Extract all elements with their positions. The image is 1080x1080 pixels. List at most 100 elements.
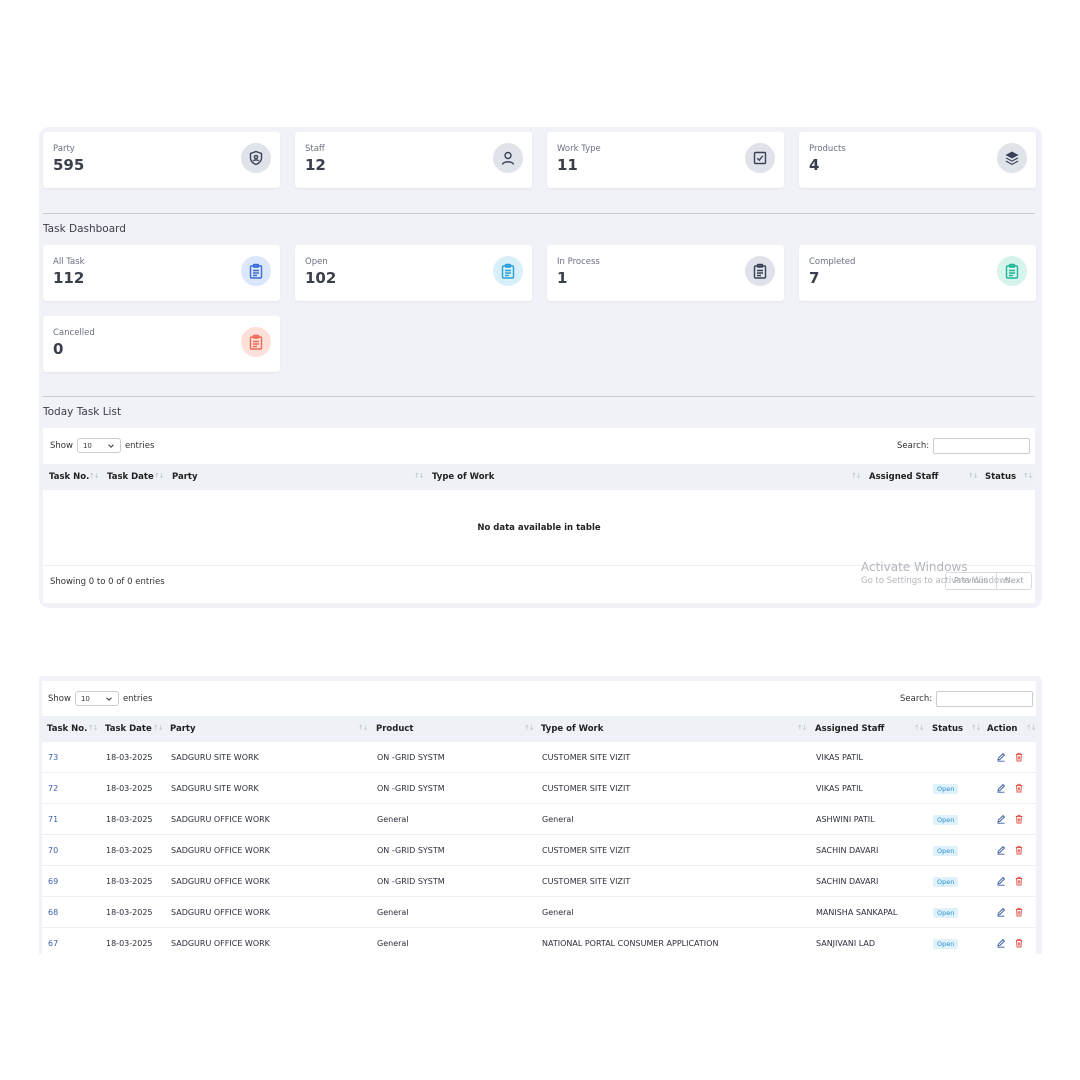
task-card-label: Completed — [809, 257, 856, 267]
task-card-label: Open — [305, 257, 328, 267]
sort-icon: ↑↓ — [1023, 472, 1034, 480]
stat-card-staff[interactable]: Staff 12 — [295, 132, 532, 188]
search-label: Search: — [900, 694, 933, 704]
show-label: Show — [50, 440, 73, 451]
task-table: Show 10 entries Search: Task No. ↑↓ Task… — [42, 681, 1037, 954]
task-number-link[interactable]: 68 — [48, 897, 58, 928]
edit-icon[interactable] — [996, 752, 1006, 762]
sort-icon: ↑↓ — [851, 472, 862, 480]
stat-card-work-type[interactable]: Work Type 11 — [547, 132, 784, 188]
table-header: Task No. ↑↓ Task Date ↑↓ Party ↑↓ Type o… — [43, 464, 1035, 490]
column-header[interactable]: Status — [985, 464, 1016, 490]
edit-icon[interactable] — [996, 845, 1006, 855]
task-card-label: Cancelled — [53, 328, 95, 338]
table-row: 70 18-03-2025 SADGURU OFFICE WORK ON -GRID … — [42, 835, 1036, 866]
status-badge: Open — [933, 815, 959, 825]
chevron-down-icon — [108, 443, 114, 448]
task-card-value: 7 — [809, 269, 820, 287]
activate-windows-watermark: Activate Windows — [861, 560, 968, 574]
delete-icon[interactable] — [1014, 752, 1024, 762]
product-cell: ON -GRID SYSTM — [377, 846, 445, 855]
delete-icon[interactable] — [1014, 876, 1024, 886]
column-header[interactable]: Task No. — [47, 716, 87, 742]
search-input[interactable] — [936, 691, 1034, 707]
entries-control: Show 10 entries — [50, 438, 154, 453]
search-input[interactable] — [933, 438, 1031, 454]
task-number-link[interactable]: 71 — [48, 804, 58, 835]
task-number-link[interactable]: 72 — [48, 773, 58, 804]
product-cell: ON -GRID SYSTM — [377, 753, 445, 762]
stat-label: Party — [53, 144, 75, 154]
task-card-value: 1 — [557, 269, 568, 287]
sort-icon: ↑↓ — [89, 472, 100, 480]
column-header[interactable]: Party — [170, 716, 196, 742]
task-card-in-process[interactable]: In Process 1 — [547, 245, 784, 301]
column-header[interactable]: Action — [987, 716, 1018, 742]
activate-windows-subtext: Go to Settings to activate Windows. — [861, 576, 1014, 586]
stat-card-products[interactable]: Products 4 — [799, 132, 1036, 188]
stat-value: 4 — [809, 156, 820, 174]
delete-icon[interactable] — [1014, 907, 1024, 917]
sort-icon: ↑↓ — [153, 724, 164, 732]
type-of-work-cell: NATIONAL PORTAL CONSUMER APPLICATION — [542, 939, 719, 948]
edit-icon[interactable] — [996, 783, 1006, 793]
type-of-work-cell: CUSTOMER SITE VIZIT — [542, 753, 631, 762]
today-task-list-title: Today Task List — [43, 406, 122, 418]
assigned-staff-cell: SACHIN DAVARI — [816, 846, 879, 855]
delete-icon[interactable] — [1014, 938, 1024, 948]
column-header[interactable]: Status — [932, 716, 963, 742]
sort-icon: ↑↓ — [968, 472, 979, 480]
type-of-work-cell: General — [542, 908, 574, 917]
table-row: 72 18-03-2025 SADGURU SITE WORK ON -GRID SY… — [42, 773, 1036, 804]
entries-select[interactable]: 10 — [76, 438, 121, 453]
search-control: Search: — [897, 438, 1031, 454]
entries-label: entries — [124, 440, 155, 451]
task-card-value: 102 — [305, 269, 337, 287]
edit-icon[interactable] — [996, 907, 1006, 917]
task-number-link[interactable]: 67 — [48, 928, 58, 954]
column-header[interactable]: Type of Work — [541, 716, 603, 742]
column-header[interactable]: Party — [172, 464, 198, 490]
status-badge: Open — [933, 784, 959, 794]
column-header[interactable]: Product — [376, 716, 414, 742]
column-header[interactable]: Assigned Staff — [815, 716, 884, 742]
task-card-completed[interactable]: Completed 7 — [799, 245, 1036, 301]
task-date-cell: 18-03-2025 — [106, 753, 153, 762]
task-date-cell: 18-03-2025 — [106, 939, 153, 948]
user-icon — [493, 143, 523, 173]
assigned-staff-cell: SACHIN DAVARI — [816, 877, 879, 886]
edit-icon[interactable] — [996, 814, 1006, 824]
column-header[interactable]: Task Date — [105, 716, 152, 742]
assigned-staff-cell: ASHWINI PATIL — [816, 815, 875, 824]
task-list-panel: Show 10 entries Search: Task No. ↑↓ Task… — [39, 676, 1042, 954]
task-number-link[interactable]: 70 — [48, 835, 58, 866]
column-header[interactable]: Assigned Staff — [869, 464, 938, 490]
delete-icon[interactable] — [1014, 814, 1024, 824]
assigned-staff-cell: VIKAS PATIL — [816, 753, 863, 762]
task-card-open[interactable]: Open 102 — [295, 245, 532, 301]
task-card-cancelled[interactable]: Cancelled 0 — [43, 316, 280, 372]
type-of-work-cell: CUSTOMER SITE VIZIT — [542, 877, 631, 886]
product-cell: General — [377, 939, 409, 948]
task-number-link[interactable]: 69 — [48, 866, 58, 897]
stat-card-party[interactable]: Party 595 — [43, 132, 280, 188]
entries-select[interactable]: 10 — [74, 691, 119, 706]
stat-value: 595 — [53, 156, 85, 174]
task-date-cell: 18-03-2025 — [106, 815, 153, 824]
column-header[interactable]: Task No. — [49, 464, 89, 490]
table-row: 68 18-03-2025 SADGURU OFFICE WORK General Ge… — [42, 897, 1036, 928]
task-number-link[interactable]: 73 — [48, 742, 58, 773]
task-card-all[interactable]: All Task 112 — [43, 245, 280, 301]
sort-icon: ↑↓ — [358, 724, 369, 732]
clipboard-icon — [241, 256, 271, 286]
edit-icon[interactable] — [996, 876, 1006, 886]
column-header[interactable]: Task Date — [107, 464, 154, 490]
column-header[interactable]: Type of Work — [432, 464, 494, 490]
task-card-value: 112 — [53, 269, 85, 287]
delete-icon[interactable] — [1014, 845, 1024, 855]
product-cell: General — [377, 815, 409, 824]
task-date-cell: 18-03-2025 — [106, 784, 153, 793]
delete-icon[interactable] — [1014, 783, 1024, 793]
chevron-down-icon — [106, 696, 112, 701]
edit-icon[interactable] — [996, 938, 1006, 948]
